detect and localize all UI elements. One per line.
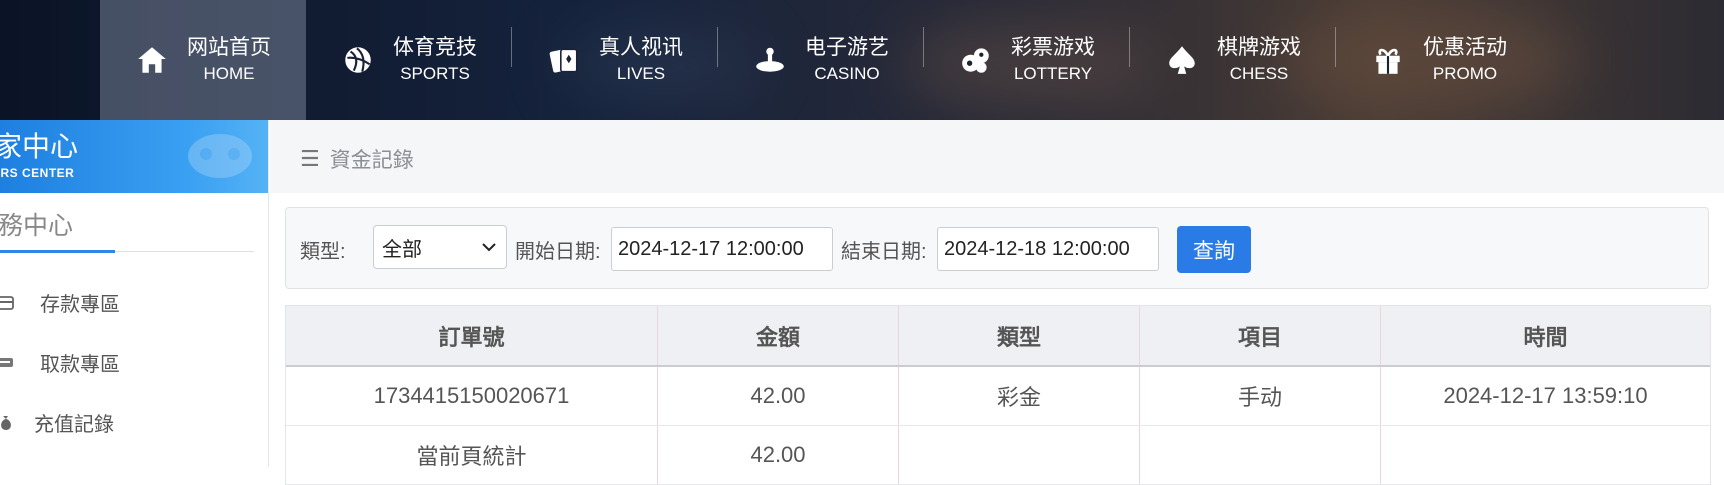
table-cell: 當前頁統計 [286,426,658,484]
banner-title: 家中心 [0,131,79,162]
nav-label-cn: 网站首页 [187,36,271,59]
column-header-type: 類型 [899,306,1140,365]
table-cell [1140,426,1381,484]
gamepad-icon [188,134,252,178]
sidebar-item-withdraw[interactable]: 取款專區 [0,348,120,377]
gift-icon [1376,48,1400,74]
ball-icon [345,47,371,73]
nav-label-cn: 体育竞技 [393,36,477,59]
nav-item-promo[interactable]: 优惠活动 PROMO [1336,0,1542,120]
nav-label-en: LIVES [616,64,666,83]
filter-bar: 類型: 全部 開始日期: 結束日期: 查詢 [285,207,1709,289]
table-cell: 手动 [1140,367,1381,425]
menu-icon: ☰ [300,146,320,171]
banner-subtitle: ERS CENTER [0,166,75,180]
top-navigation-bar: 网站首页 HOME 体育竞技 SPORTS 真人视讯 LIVES 电子游艺 CA… [0,0,1724,120]
sidebar-item-deposit[interactable]: 存款專區 [0,288,120,317]
balls-icon [962,48,989,73]
chevron-down-icon [482,243,496,252]
member-center-banner: 家中心 ERS CENTER [0,120,268,193]
table-cell: 2024-12-17 13:59:10 [1443,383,1648,408]
type-select-value: 全部 [382,238,422,261]
funds-records-table: 訂單號 金額 類型 項目 時間 1734415150020671 42.00 彩… [285,305,1711,485]
table-summary-row: 當前頁統計 42.00 [286,426,1710,485]
column-header-item: 項目 [1140,306,1381,365]
type-select[interactable]: 全部 [373,225,507,269]
sidebar-item-label: 取款專區 [40,354,120,376]
breadcrumb: ☰ 資金記錄 [270,120,1724,193]
nav-label-en: CHESS [1229,64,1289,83]
nav-item-casino[interactable]: 电子游艺 CASINO [718,0,924,120]
moneybag-icon [1,415,11,430]
nav-item-lottery[interactable]: 彩票游戏 LOTTERY [924,0,1130,120]
roulette-icon [756,47,784,72]
table-cell: 42.00 [658,367,899,425]
nav-label-cn: 电子游艺 [805,36,889,59]
end-date-label: 結束日期: [841,241,927,263]
cards-icon [549,48,578,73]
nav-item-sports[interactable]: 体育竞技 SPORTS [306,0,512,120]
nav-label-en: PROMO [1432,64,1498,83]
page-title: 資金記錄 [329,149,414,172]
nav-item-home[interactable]: 网站首页 HOME [100,0,306,120]
table-cell: 彩金 [899,367,1140,425]
home-icon [138,47,166,73]
sidebar-item-label: 存款專區 [40,294,120,316]
withdraw-icon [0,357,13,367]
table-cell: 42.00 [658,426,899,484]
table-row: 1734415150020671 42.00 彩金 手动 2024-12-17 … [286,367,1710,426]
section-active-indicator [0,250,115,253]
nav-label-cn: 真人视讯 [599,36,683,59]
column-header-order-no: 訂單號 [286,306,658,365]
start-date-input[interactable] [611,227,833,271]
sidebar: 家中心 ERS CENTER 務中心 存款專區 取款專區 充值記錄 [0,120,269,467]
table-cell [1381,426,1710,484]
card-icon [0,295,14,310]
table-header: 訂單號 金額 類型 項目 時間 [286,306,1710,367]
nav-item-chess[interactable]: 棋牌游戏 CHESS [1130,0,1336,120]
sidebar-item-recharge-records[interactable]: 充值記錄 [0,408,114,437]
sidebar-item-label: 充值記錄 [34,414,114,436]
start-date-label: 開始日期: [515,241,601,263]
table-cell: 1734415150020671 [286,367,658,425]
spade-icon [1169,46,1195,74]
nav-label-cn: 优惠活动 [1423,36,1507,59]
query-button[interactable]: 查詢 [1177,226,1251,273]
nav-label-en: SPORTS [400,64,470,83]
main-content: ☰ 資金記錄 類型: 全部 開始日期: 結束日期: 查詢 訂單號 金額 類型 項… [270,120,1724,485]
table-cell [899,426,1140,484]
nav-label-en: LOTTERY [1013,64,1093,83]
nav-label-cn: 彩票游戏 [1011,36,1095,59]
column-header-time: 時間 [1523,324,1568,350]
section-title: 務中心 [0,212,74,240]
end-date-input[interactable] [937,227,1159,271]
nav-item-lives[interactable]: 真人视讯 LIVES [512,0,718,120]
nav-label-en: HOME [203,64,255,83]
nav-label-cn: 棋牌游戏 [1217,36,1301,59]
nav-label-en: CASINO [814,64,880,83]
type-label: 類型: [300,241,346,263]
column-header-amount: 金額 [658,306,899,365]
